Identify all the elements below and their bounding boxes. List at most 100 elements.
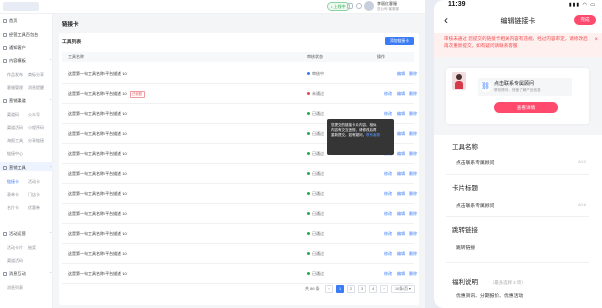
done-button[interactable]: 完成 <box>574 15 596 25</box>
brand-logo <box>3 2 39 11</box>
row-action-link[interactable]: 编辑 <box>397 184 405 204</box>
status-dot-icon <box>307 191 310 195</box>
status-text: 已通过 <box>312 211 324 216</box>
tool-name: 这是第一句工具名称/平台描述 10 <box>68 251 127 256</box>
divider <box>446 174 589 175</box>
sidebar-item[interactable]: 海报工具 <box>7 138 23 143</box>
sidebar-item[interactable]: 分享链接 <box>28 138 44 143</box>
sidebar-item[interactable]: 公众号 <box>28 112 40 117</box>
prev-page-button[interactable]: ‹ <box>325 285 333 293</box>
row-action-link[interactable]: 修改 <box>384 244 392 264</box>
page-button[interactable]: 1 <box>336 285 344 293</box>
sidebar-item[interactable]: 链接卡 <box>7 179 19 184</box>
message-icon[interactable] <box>347 3 353 9</box>
sidebar-item[interactable]: 客服管理 <box>7 85 23 90</box>
sidebar-item[interactable]: 活动卡 <box>28 179 40 184</box>
sidebar-item[interactable]: 名片卡 <box>7 205 19 210</box>
row-action-link[interactable]: 修改 <box>384 224 392 244</box>
row-action-link[interactable]: 删除 <box>409 164 417 184</box>
sidebar-group[interactable]: 营销渠道 ⌃ <box>3 98 52 104</box>
close-icon[interactable]: × <box>594 37 598 44</box>
sidebar-item[interactable]: 表单卡 <box>7 192 19 197</box>
warning-text: 审核未通过 您提交的链接卡相关内容有违规，经过内容审定，请修改后再次重新提交。如… <box>444 36 588 48</box>
sidebar-item[interactable]: 抽奖 <box>28 245 36 250</box>
row-action-link[interactable]: 删除 <box>409 84 417 104</box>
page-button[interactable]: 4 <box>369 285 377 293</box>
row-action-link[interactable]: 删除 <box>409 184 417 204</box>
row-action-link[interactable]: 删除 <box>409 64 417 84</box>
sidebar-item[interactable]: 小程序码 <box>28 125 44 130</box>
sidebar-group[interactable]: 首页 <box>3 18 17 24</box>
sidebar-item[interactable]: 优惠券 <box>28 205 40 210</box>
sidebar-item[interactable]: 商标分享 <box>28 72 44 77</box>
notification-icon[interactable] <box>356 3 362 9</box>
menu-icon <box>3 231 7 236</box>
tool-name: 这是第一句工具名称/平台描述 10 <box>68 171 127 176</box>
row-action-link[interactable]: 修改 <box>384 264 392 284</box>
sidebar-item[interactable]: 活动卡片 <box>7 245 23 250</box>
status-text[interactable]: 未通过 <box>312 91 324 96</box>
row-action-link[interactable]: 修改 <box>384 204 392 224</box>
status-text: 已通过 <box>312 171 324 176</box>
sidebar-item[interactable]: 门店卡 <box>28 192 40 197</box>
sidebar-item[interactable]: 作品发布 <box>7 72 23 77</box>
sidebar-group[interactable]: 经营工具百包台 <box>3 32 38 38</box>
sidebar-group[interactable]: 活动运营 ⌃ <box>3 231 52 237</box>
row-action-link[interactable]: 编辑 <box>397 84 405 104</box>
sidebar-group-label: 活动运营 <box>9 231 26 236</box>
rejected-tag: 已驳回 <box>129 90 145 98</box>
add-link-card-button[interactable]: 添加链接卡 <box>385 37 414 45</box>
row-action-link[interactable]: 删除 <box>409 264 417 284</box>
row-action-link[interactable]: 编辑 <box>397 244 405 264</box>
page-button[interactable]: 2 <box>347 285 355 293</box>
column-header-ops: 操作 <box>377 54 385 59</box>
sidebar-item[interactable]: 渠道活码 <box>7 258 23 263</box>
row-action-link[interactable]: 修改 <box>384 164 392 184</box>
divider <box>446 216 589 217</box>
tool-name-cell: 这是第一句工具名称/平台描述 10 <box>68 184 127 204</box>
user-avatar[interactable] <box>364 1 374 11</box>
next-page-button[interactable]: › <box>380 285 388 293</box>
tool-name-cell: 这是第一句工具名称/平台描述 10 <box>68 264 127 284</box>
sidebar-item[interactable]: 渠道码 <box>7 112 19 117</box>
tool-name-label: 工具名称 <box>452 144 478 151</box>
page-size-select[interactable]: 10条/页 ▾ <box>391 285 415 293</box>
view-details-button[interactable]: 查看详情 <box>494 102 558 113</box>
page-title: 链接卡 <box>62 22 79 28</box>
page-button[interactable]: 3 <box>358 285 366 293</box>
benefit-value[interactable]: 优惠资讯、分期报价、优惠活动 <box>456 292 523 299</box>
row-action-link[interactable]: 删除 <box>409 204 417 224</box>
row-action-link[interactable]: 编辑 <box>397 224 405 244</box>
tool-name: 这是第一句工具名称/平台描述 10 <box>68 231 127 236</box>
sidebar-group[interactable]: 消息互动 ⌃ <box>3 271 52 277</box>
row-action-link[interactable]: 删除 <box>409 224 417 244</box>
row-action-link[interactable]: 删除 <box>409 124 417 144</box>
sidebar-item[interactable]: 消息列表 <box>7 285 23 290</box>
user-name: 李丽红客服 <box>377 1 397 6</box>
row-action-link[interactable]: 编辑 <box>397 204 405 224</box>
menu-icon <box>3 98 7 103</box>
row-action-link[interactable]: 修改 <box>384 184 392 204</box>
row-action-link[interactable]: 编辑 <box>397 124 405 144</box>
row-action-link[interactable]: 编辑 <box>397 264 405 284</box>
sidebar-group[interactable]: 通知客户 <box>3 45 26 51</box>
sidebar-group[interactable]: 营销工具 ⌃ <box>3 165 52 171</box>
contact-service-link[interactable]: 联系客服 <box>366 133 380 137</box>
sidebar-item[interactable]: 链接中心 <box>7 151 23 156</box>
sidebar-item[interactable]: 渠道活码 <box>7 125 23 130</box>
tool-name-counter: 8/10 <box>578 159 586 164</box>
tool-list-card: 工具列表 添加链接卡 工具名称 审核状态 操作 这是第一句工具名称/平台描述 1… <box>59 33 419 305</box>
row-action-link[interactable]: 删除 <box>409 104 417 124</box>
sidebar-group[interactable]: 内容模板 ⌃ <box>3 58 52 64</box>
consultant-avatar <box>452 72 466 90</box>
column-header-name: 工具名称 <box>68 54 84 59</box>
row-action-link[interactable]: 编辑 <box>397 104 405 124</box>
row-action-link[interactable]: 删除 <box>409 244 417 264</box>
row-action-link[interactable]: 编辑 <box>397 164 405 184</box>
row-action-link[interactable]: 编辑 <box>397 144 405 164</box>
row-action-link[interactable]: 编辑 <box>397 64 405 84</box>
status-dot-icon <box>307 171 310 175</box>
sidebar-item[interactable]: 消息提醒 <box>28 85 44 90</box>
row-action-link[interactable]: 删除 <box>409 144 417 164</box>
row-action-link[interactable]: 修改 <box>384 84 392 104</box>
